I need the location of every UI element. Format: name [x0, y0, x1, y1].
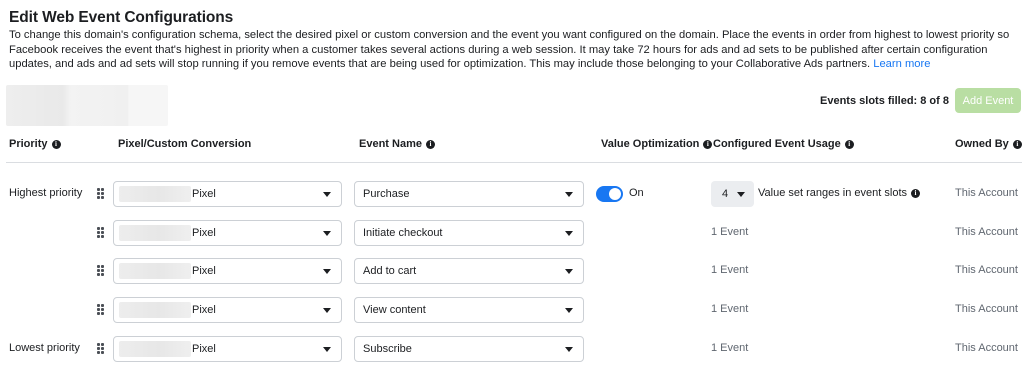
header-configured-usage-label: Configured Event Usage	[713, 138, 841, 150]
event-label: Subscribe	[363, 343, 412, 355]
event-dropdown[interactable]: Add to cart	[354, 258, 584, 284]
drag-handle-icon[interactable]	[97, 265, 105, 277]
table-row: Pixel Add to cart 1 Event This Account	[0, 258, 1024, 284]
drag-handle-icon[interactable]	[97, 304, 105, 316]
table-row: Lowest priority Pixel Subscribe 1 Event …	[0, 336, 1024, 362]
header-priority-label: Priority	[9, 138, 48, 150]
chevron-down-icon	[737, 192, 745, 197]
owner-label: This Account	[955, 303, 1018, 315]
chevron-down-icon	[323, 231, 331, 236]
info-icon[interactable]: i	[844, 139, 854, 149]
info-icon[interactable]: i	[1012, 139, 1022, 149]
value-set-count-select[interactable]: 4	[711, 181, 754, 207]
owner-label: This Account	[955, 264, 1018, 276]
pixel-label: Pixel	[192, 265, 216, 277]
learn-more-link[interactable]: Learn more	[873, 58, 930, 70]
pixel-dropdown[interactable]: Pixel	[113, 220, 342, 246]
info-icon[interactable]: i	[51, 139, 61, 149]
info-icon[interactable]: i	[911, 188, 920, 198]
pixel-label: Pixel	[192, 343, 216, 355]
usage-text: 1 Event	[711, 264, 749, 276]
redacted-domain-block	[6, 85, 168, 126]
redacted-pixel-name	[119, 302, 191, 318]
value-optimization-toggle[interactable]	[596, 186, 623, 202]
usage-description-text: Value set ranges in event slots	[758, 187, 907, 199]
owner-label: This Account	[955, 342, 1018, 354]
owner-label: This Account	[955, 226, 1018, 238]
drag-handle-icon[interactable]	[97, 188, 105, 200]
pixel-dropdown[interactable]: Pixel	[113, 181, 342, 207]
header-value-optimization: Value Optimization i	[601, 138, 713, 150]
header-pixel-label: Pixel/Custom Conversion	[118, 138, 252, 150]
pixel-dropdown[interactable]: Pixel	[113, 336, 342, 362]
chevron-down-icon	[565, 231, 573, 236]
table-row: Highest priority Pixel Purchase On 4 Val…	[0, 181, 1024, 207]
header-configured-usage: Configured Event Usage i	[713, 138, 854, 150]
redacted-pixel-name	[119, 263, 191, 279]
chevron-down-icon	[565, 192, 573, 197]
usage-text: 1 Event	[711, 303, 749, 315]
event-dropdown[interactable]: Initiate checkout	[354, 220, 584, 246]
chevron-down-icon	[565, 347, 573, 352]
description-text: To change this domain's configuration sc…	[9, 29, 1010, 71]
usage-description: Value set ranges in event slots i	[758, 187, 920, 199]
pixel-label: Pixel	[192, 227, 216, 239]
chevron-down-icon	[323, 347, 331, 352]
header-value-optimization-label: Value Optimization	[601, 138, 700, 150]
header-event-name-label: Event Name	[359, 138, 422, 150]
header-priority: Priority i	[9, 138, 61, 150]
table-row: Pixel Initiate checkout 1 Event This Acc…	[0, 220, 1024, 246]
event-label: Initiate checkout	[363, 227, 443, 239]
pixel-label: Pixel	[192, 188, 216, 200]
header-owned-by-label: Owned By	[955, 138, 1009, 150]
toggle-state-label: On	[629, 187, 644, 199]
add-event-button[interactable]: Add Event	[955, 88, 1021, 113]
usage-text: 1 Event	[711, 342, 749, 354]
page-description: To change this domain's configuration sc…	[9, 28, 1021, 72]
info-icon[interactable]: i	[703, 139, 713, 149]
priority-label: Highest priority	[9, 187, 83, 199]
header-divider	[6, 162, 1022, 163]
event-dropdown[interactable]: Purchase	[354, 181, 584, 207]
event-dropdown[interactable]: Subscribe	[354, 336, 584, 362]
drag-handle-icon[interactable]	[97, 343, 105, 355]
event-dropdown[interactable]: View content	[354, 297, 584, 323]
chevron-down-icon	[565, 269, 573, 274]
chevron-down-icon	[565, 308, 573, 313]
chevron-down-icon	[323, 269, 331, 274]
drag-handle-icon[interactable]	[97, 227, 105, 239]
chevron-down-icon	[323, 192, 331, 197]
pixel-label: Pixel	[192, 304, 216, 316]
priority-label: Lowest priority	[9, 342, 80, 354]
pixel-dropdown[interactable]: Pixel	[113, 297, 342, 323]
header-event-name: Event Name i	[359, 138, 435, 150]
table-row: Pixel View content 1 Event This Account	[0, 297, 1024, 323]
toggle-knob	[609, 188, 621, 200]
info-icon[interactable]: i	[425, 139, 435, 149]
usage-text: 1 Event	[711, 226, 749, 238]
redacted-pixel-name	[119, 225, 191, 241]
event-slots-status: Events slots filled: 8 of 8	[820, 95, 949, 107]
header-pixel: Pixel/Custom Conversion	[118, 138, 251, 150]
redacted-pixel-name	[119, 341, 191, 357]
event-label: Add to cart	[363, 265, 417, 277]
redacted-pixel-name	[119, 186, 191, 202]
chevron-down-icon	[323, 308, 331, 313]
event-label: View content	[363, 304, 426, 316]
event-label: Purchase	[363, 188, 410, 200]
owner-label: This Account	[955, 187, 1018, 199]
page-title: Edit Web Event Configurations	[9, 9, 234, 26]
value-set-count: 4	[722, 188, 729, 200]
pixel-dropdown[interactable]: Pixel	[113, 258, 342, 284]
header-owned-by: Owned By i	[955, 138, 1022, 150]
